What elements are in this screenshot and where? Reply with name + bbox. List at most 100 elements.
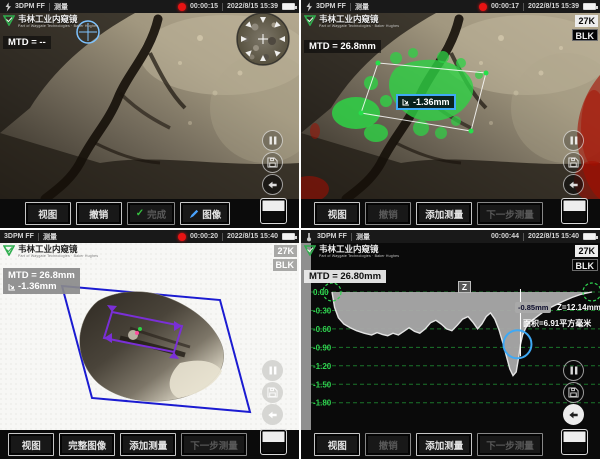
measure-menu-label[interactable]: 测量 (355, 2, 369, 12)
view-button[interactable]: 视图 (314, 202, 360, 225)
save-button[interactable] (563, 152, 584, 173)
freeze-frame-toggle[interactable] (561, 198, 588, 224)
brand-tagline: Part of Waygate Technologies · Baker Hug… (319, 254, 399, 259)
back-button[interactable] (563, 174, 584, 195)
depth-annotation: -1.36mm (8, 281, 75, 292)
brand-tagline: Part of Waygate Technologies · Baker Hug… (18, 24, 98, 29)
done-button[interactable]: ✓完成 (127, 202, 175, 225)
next-measurement-button[interactable]: 下一步测量 (181, 433, 247, 456)
depth-annotation[interactable]: -1.36mm (396, 94, 456, 110)
save-button[interactable] (262, 382, 283, 403)
back-button[interactable] (262, 174, 283, 195)
mtd-value: MTD = 26.8mm (8, 270, 75, 281)
freeze-frame-toggle[interactable] (260, 429, 287, 455)
undo-button[interactable]: 撤销 (365, 202, 411, 225)
next-measurement-button[interactable]: 下一步测量 (477, 202, 543, 225)
screen-mode-badge: BLK (273, 259, 298, 271)
brand-name: 韦林工业内窥镜 (319, 15, 399, 24)
status-bar: 3DPM FF 测量 00:00:17 2022/8/15 15:39 (301, 0, 600, 13)
bottom-toolbar: 视图 撤销 添加测量 下一步测量 (301, 199, 600, 228)
svg-text:-0.60: -0.60 (313, 325, 332, 334)
brand-tagline: Part of Waygate Technologies · Baker Hug… (319, 24, 399, 29)
undo-button[interactable]: 撤销 (76, 202, 122, 225)
panel-depth-profile: 3DPM FF 测量 00:00:44 2022/8/15 15:40 0.00… (301, 230, 600, 459)
mode-label: 3DPM FF (4, 233, 34, 240)
gain-badge: 27K (575, 15, 598, 27)
svg-text:0.00: 0.00 (313, 288, 329, 297)
measure-menu-label[interactable]: 测量 (43, 232, 57, 242)
profile-length-label: Z=12.14mm (557, 303, 600, 312)
brand-logo: 韦林工业内窥镜 Part of Waygate Technologies · B… (3, 245, 98, 259)
recording-timer: 00:00:15 (190, 3, 218, 10)
range-badges: 27K BLK (273, 245, 298, 271)
panel-depth-map: 3DPM FF 测量 00:00:17 2022/8/15 15:39 (301, 0, 600, 228)
zoom-inset (237, 13, 289, 65)
recording-timer: 00:00:44 (491, 233, 519, 240)
freeze-frame-toggle[interactable] (561, 429, 588, 455)
divider (49, 3, 50, 11)
brand-triangle-icon (304, 245, 316, 256)
profile-area-label: 面积=6.91平方毫米 (523, 318, 591, 329)
status-bar: 3DPM FF 测量 00:00:15 2022/8/15 15:39 (0, 0, 299, 13)
undo-button[interactable]: 撤销 (365, 433, 411, 456)
measure-menu-label[interactable]: 测量 (356, 232, 370, 242)
svg-text:-0.90: -0.90 (313, 343, 332, 352)
save-button[interactable] (563, 382, 584, 403)
record-indicator (178, 233, 186, 241)
bottom-toolbar: 视图 撤销 ✓完成 图像 (0, 199, 299, 228)
pause-button[interactable] (563, 360, 584, 381)
check-icon: ✓ (136, 209, 144, 219)
side-controls (262, 360, 283, 425)
divider (222, 3, 223, 11)
z-axis-marker[interactable]: Z (458, 281, 471, 293)
range-badges: 27K BLK (572, 245, 599, 271)
battery-icon (282, 233, 295, 240)
add-measurement-button[interactable]: 添加测量 (120, 433, 176, 456)
quad-view-screen: 3DPM FF 测量 00:00:15 2022/8/15 15:39 (0, 0, 600, 459)
screen-mode-badge: BLK (572, 29, 599, 41)
mtd-readout: MTD = 26.8mm -1.36mm (3, 268, 80, 294)
image-button[interactable]: 图像 (180, 202, 230, 225)
pause-button[interactable] (262, 130, 283, 151)
battery-icon (583, 233, 596, 240)
save-button[interactable] (262, 152, 283, 173)
view-button[interactable]: 视图 (8, 433, 54, 456)
datetime-label: 2022/8/15 15:39 (528, 3, 579, 10)
brand-triangle-icon (3, 15, 15, 26)
svg-text:-1.80: -1.80 (313, 399, 332, 408)
brand-name: 韦林工业内窥镜 (319, 245, 399, 254)
back-button[interactable] (563, 404, 584, 425)
recording-timer: 00:00:17 (491, 3, 519, 10)
svg-text:-1.20: -1.20 (313, 362, 332, 371)
side-controls (563, 360, 584, 425)
brand-triangle-icon (304, 15, 316, 26)
cursor-point-green (138, 327, 142, 331)
add-measurement-button[interactable]: 添加测量 (416, 202, 472, 225)
gain-badge: 27K (274, 245, 297, 257)
status-bar: 3DPM FF 测量 00:00:20 2022/8/15 15:40 (0, 230, 299, 243)
freeze-frame-toggle[interactable] (260, 198, 287, 224)
view-button[interactable]: 视图 (314, 433, 360, 456)
battery-icon (282, 3, 295, 10)
pause-button[interactable] (563, 130, 584, 151)
datetime-label: 2022/8/15 15:40 (528, 233, 579, 240)
divider (351, 233, 352, 241)
add-measurement-button[interactable]: 添加测量 (416, 433, 472, 456)
divider (38, 233, 39, 241)
measure-menu-label[interactable]: 测量 (54, 2, 68, 12)
view-button[interactable]: 视图 (25, 202, 71, 225)
status-bar: 3DPM FF 测量 00:00:44 2022/8/15 15:40 (301, 230, 600, 243)
recording-timer: 00:00:20 (190, 233, 218, 240)
cursor-point-pink (135, 331, 139, 335)
divider (523, 233, 524, 241)
panel-live-capture: 3DPM FF 测量 00:00:15 2022/8/15 15:39 (0, 0, 299, 228)
next-measurement-button[interactable]: 下一步测量 (477, 433, 543, 456)
full-image-button[interactable]: 完整图像 (59, 433, 115, 456)
side-controls (563, 130, 584, 195)
depth-angle-icon (8, 283, 16, 291)
back-button[interactable] (262, 404, 283, 425)
pause-button[interactable] (262, 360, 283, 381)
mode-label: 3DPM FF (316, 3, 346, 10)
brand-logo: 韦林工业内窥镜 Part of Waygate Technologies · B… (304, 15, 399, 29)
mtd-readout: MTD = -- (3, 36, 51, 49)
